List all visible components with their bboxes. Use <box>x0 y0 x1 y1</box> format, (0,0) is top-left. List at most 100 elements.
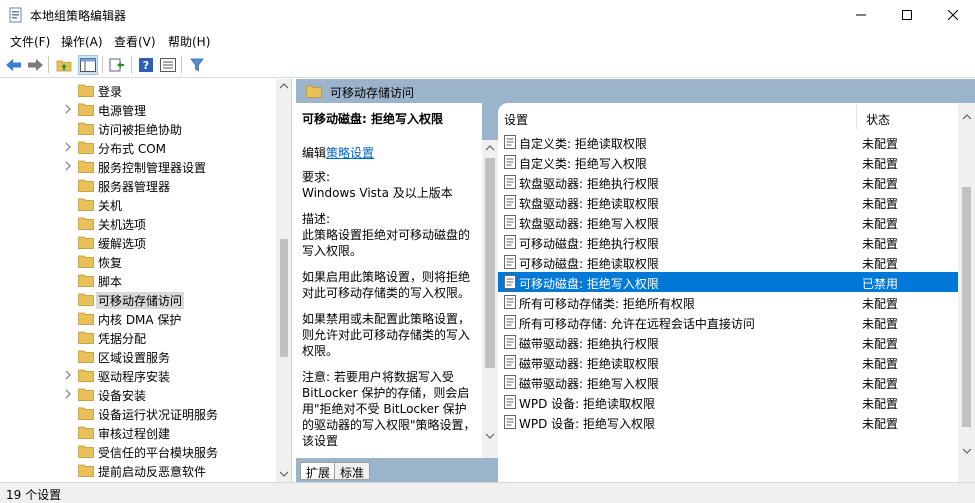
tree-item[interactable]: 服务器管理器 <box>0 176 276 195</box>
scroll-up-icon[interactable] <box>279 82 289 90</box>
folder-icon <box>78 84 94 97</box>
tree-item[interactable]: 登录 <box>0 81 276 100</box>
tree-item[interactable]: 访问被拒绝协助 <box>0 119 276 138</box>
tree-item[interactable]: 服务控制管理器设置 <box>0 157 276 176</box>
back-button[interactable] <box>4 55 24 75</box>
setting-name: 所有可移动存储类: 拒绝所有权限 <box>519 297 695 311</box>
list-item[interactable]: 自定义类: 拒绝写入权限 未配置 <box>498 152 958 172</box>
description-pane: 可移动磁盘: 拒绝写入权限 编辑策略设置 要求: Windows Vista 及以… <box>296 103 482 458</box>
menu-help[interactable]: 帮助(H) <box>168 33 210 50</box>
tree-item-label: 可移动存储访问 <box>96 292 185 309</box>
list-item[interactable]: 可移动磁盘: 拒绝写入权限 已禁用 <box>498 272 958 292</box>
filter-icon <box>190 58 204 72</box>
edit-prefix: 编辑 <box>302 146 327 160</box>
setting-name: 磁带驱动器: 拒绝写入权限 <box>519 377 659 391</box>
tree-item[interactable]: 脚本 <box>0 271 276 290</box>
list-item[interactable]: WPD 设备: 拒绝读取权限 未配置 <box>498 392 958 412</box>
chevron-right-icon[interactable] <box>62 103 74 115</box>
export-list-button[interactable] <box>107 55 127 75</box>
menu-file[interactable]: 文件(F) <box>10 33 50 50</box>
list-item[interactable]: 磁带驱动器: 拒绝读取权限 未配置 <box>498 352 958 372</box>
maximize-icon <box>902 10 912 20</box>
tree-item[interactable]: 分布式 COM <box>0 138 276 157</box>
column-header-state[interactable]: 状态 <box>866 111 890 128</box>
column-header-setting[interactable]: 设置 <box>504 111 528 128</box>
description-scrollbar[interactable] <box>482 140 498 458</box>
tree-item[interactable]: 凭据分配 <box>0 328 276 347</box>
help-button[interactable]: ? <box>136 55 156 75</box>
folder-icon <box>306 85 322 98</box>
list-item[interactable]: 所有可移动存储: 允许在远程会话中直接访问 未配置 <box>498 312 958 332</box>
tree-item-label: 驱动程序安装 <box>98 370 171 384</box>
description-block: 描述: 此策略设置拒绝对可移动磁盘的写入权限。 <box>302 211 476 259</box>
tree-scroll-thumb[interactable] <box>280 239 288 357</box>
list-item[interactable]: 软盘驱动器: 拒绝执行权限 未配置 <box>498 172 958 192</box>
app-icon <box>9 7 22 23</box>
minimize-icon <box>856 14 866 16</box>
maximize-button[interactable] <box>884 0 930 30</box>
menu-action[interactable]: 操作(A) <box>61 33 103 50</box>
list-item[interactable]: 所有可移动存储类: 拒绝所有权限 未配置 <box>498 292 958 312</box>
list-item[interactable]: 软盘驱动器: 拒绝读取权限 未配置 <box>498 192 958 212</box>
up-button[interactable] <box>54 55 74 75</box>
show-hide-tree-button[interactable] <box>78 55 98 75</box>
tree-item-label: 关机选项 <box>98 218 147 232</box>
close-button[interactable] <box>930 0 975 30</box>
minimize-button[interactable] <box>838 0 884 30</box>
chevron-right-icon[interactable] <box>62 160 74 172</box>
tree-scrollbar[interactable] <box>276 79 291 482</box>
properties-button[interactable] <box>158 55 178 75</box>
tree-item[interactable]: 恢复 <box>0 252 276 271</box>
scroll-up-icon[interactable] <box>962 113 972 121</box>
list-item[interactable]: WPD 设备: 拒绝写入权限 未配置 <box>498 412 958 432</box>
tree-item[interactable]: 区域设置服务 <box>0 347 276 366</box>
list-item[interactable]: 可移动磁盘: 拒绝执行权限 未配置 <box>498 232 958 252</box>
tree-item[interactable]: 可移动存储访问 <box>0 290 276 309</box>
policy-setting-icon <box>504 155 516 169</box>
list-scrollbar[interactable] <box>958 103 975 482</box>
back-arrow-icon <box>6 59 21 71</box>
list-item[interactable]: 自定义类: 拒绝读取权限 未配置 <box>498 132 958 152</box>
tab-standard[interactable]: 标准 <box>334 462 371 480</box>
tree-item[interactable]: 缓解选项 <box>0 233 276 252</box>
setting-name: 磁带驱动器: 拒绝执行权限 <box>519 337 659 351</box>
list-item[interactable]: 软盘驱动器: 拒绝写入权限 未配置 <box>498 212 958 232</box>
chevron-right-icon[interactable] <box>62 141 74 153</box>
tree-item[interactable]: 关机 <box>0 195 276 214</box>
list-item[interactable]: 磁带驱动器: 拒绝执行权限 未配置 <box>498 332 958 352</box>
list-scroll-thumb[interactable] <box>962 187 971 427</box>
tree-item[interactable]: 关机选项 <box>0 214 276 233</box>
scroll-down-icon[interactable] <box>962 447 972 455</box>
setting-name: 软盘驱动器: 拒绝读取权限 <box>519 197 659 211</box>
menu-view[interactable]: 查看(V) <box>114 33 156 50</box>
tree-panel[interactable]: 登录 电源管理 访问被拒绝协助 分布式 COM 服务控制管理器设置 服务器管理器 关机关机选… <box>0 79 292 482</box>
tree-item[interactable]: 审核过程创建 <box>0 423 276 442</box>
scroll-down-icon[interactable] <box>485 432 495 440</box>
list-item[interactable]: 磁带驱动器: 拒绝写入权限 未配置 <box>498 372 958 392</box>
requirements-text: Windows Vista 及以上版本 <box>302 186 453 200</box>
filter-button[interactable] <box>187 55 207 75</box>
properties-icon <box>160 58 176 72</box>
tree-item[interactable]: 设备安装 <box>0 385 276 404</box>
description-scroll-thumb[interactable] <box>485 158 495 368</box>
chevron-right-icon[interactable] <box>62 369 74 381</box>
tree-item-label: 受信任的平台模块服务 <box>98 446 219 460</box>
tab-extended[interactable]: 扩展 <box>300 462 337 480</box>
policy-setting-icon <box>504 415 516 429</box>
tree-item[interactable]: 设备运行状况证明服务 <box>0 404 276 423</box>
setting-name: WPD 设备: 拒绝读取权限 <box>519 397 656 411</box>
enabled-text: 如果启用此策略设置，则将拒绝对此可移动存储类的写入权限。 <box>302 270 471 300</box>
list-item[interactable]: 可移动磁盘: 拒绝读取权限 未配置 <box>498 252 958 272</box>
tree-item[interactable]: 受信任的平台模块服务 <box>0 442 276 461</box>
tree-item[interactable]: 电源管理 <box>0 100 276 119</box>
policy-setting-icon <box>504 375 516 389</box>
chevron-right-icon[interactable] <box>62 388 74 400</box>
tree-item[interactable]: 驱动程序安装 <box>0 366 276 385</box>
setting-state: 未配置 <box>862 257 899 271</box>
forward-button[interactable] <box>25 55 45 75</box>
edit-policy-link[interactable]: 策略设置 <box>326 146 374 160</box>
scroll-down-icon[interactable] <box>279 470 289 478</box>
tree-item[interactable]: 内核 DMA 保护 <box>0 309 276 328</box>
tree-item[interactable]: 提前启动反恶意软件 <box>0 461 276 480</box>
scroll-up-icon[interactable] <box>485 144 495 152</box>
